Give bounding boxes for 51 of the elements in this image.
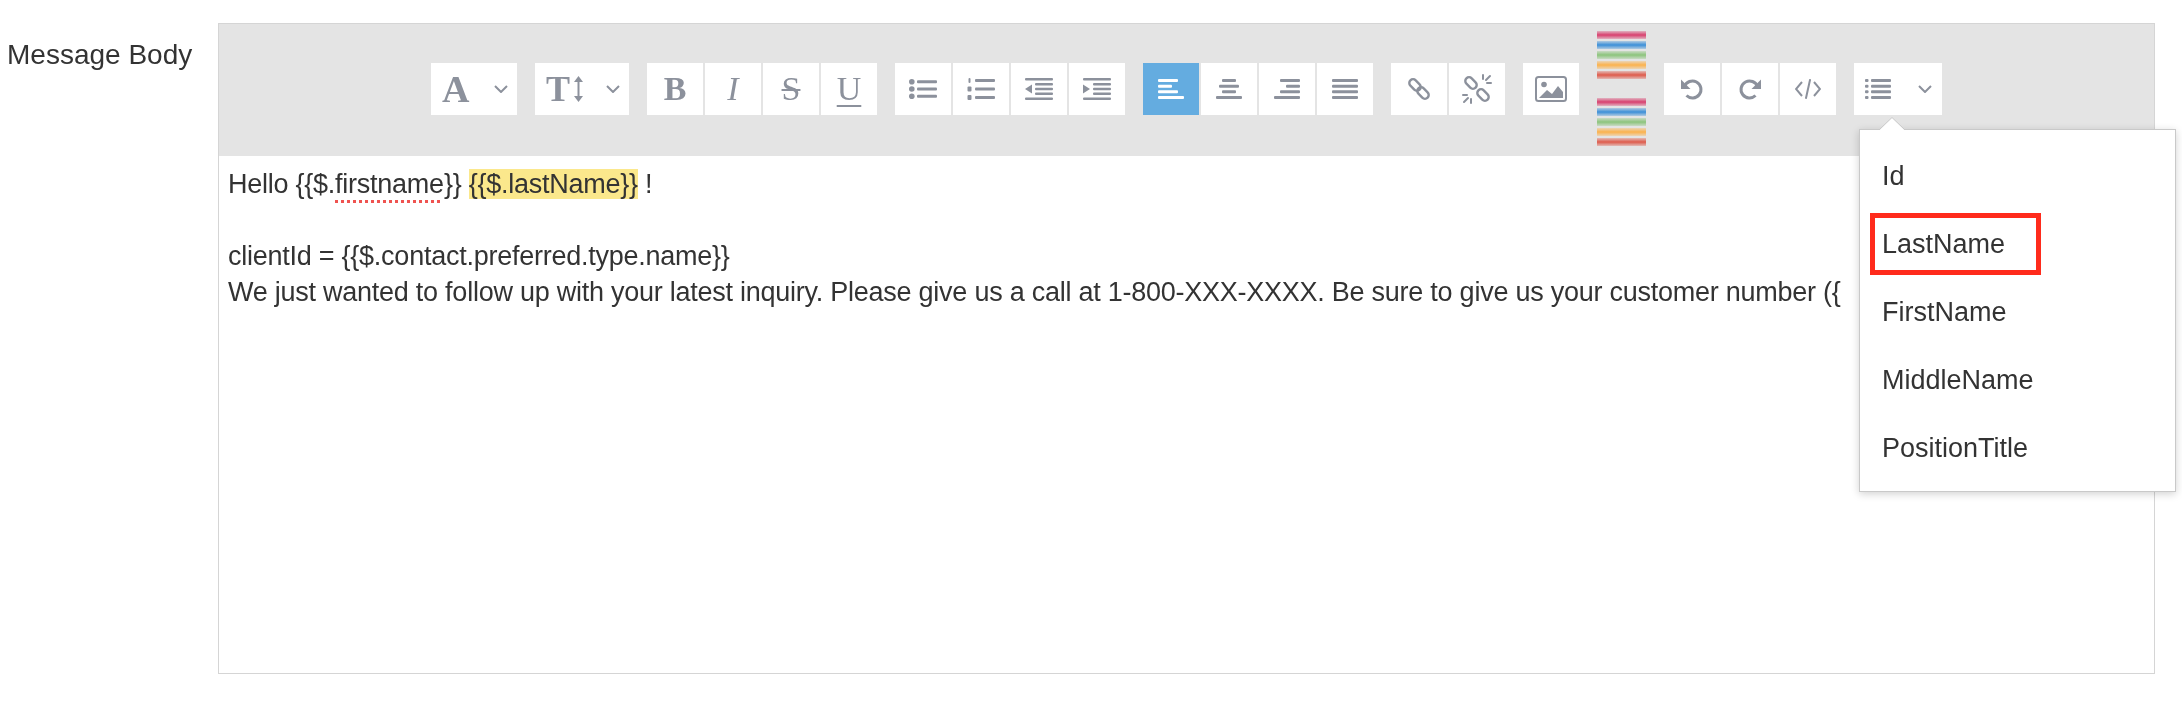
chevron-down-icon: [606, 84, 620, 93]
menu-item[interactable]: LastName: [1870, 213, 2041, 275]
align-right-icon: [1274, 78, 1300, 99]
indent-button[interactable]: [1069, 62, 1125, 115]
font-dropdown[interactable]: A: [431, 62, 517, 115]
numbered-list-icon: [967, 77, 995, 100]
link-icon: [1406, 75, 1432, 102]
redo-icon: [1738, 76, 1762, 101]
color-stripes-icon[interactable]: [1597, 31, 1646, 79]
undo-icon: [1680, 76, 1704, 101]
bulleted-list-button[interactable]: [895, 62, 951, 115]
code-icon: [1795, 78, 1821, 99]
justify-button[interactable]: [1317, 62, 1373, 115]
up-down-arrow-icon: [574, 75, 583, 102]
undo-button[interactable]: [1664, 62, 1720, 115]
font-size-dropdown[interactable]: T: [535, 62, 629, 115]
chevron-down-icon: [494, 84, 508, 93]
align-center-icon: [1216, 78, 1242, 99]
code-view-button[interactable]: [1780, 62, 1836, 115]
insert-image-button[interactable]: [1523, 62, 1579, 115]
chevron-down-icon: [1918, 84, 1932, 93]
align-left-button[interactable]: [1143, 62, 1199, 115]
outdent-icon: [1025, 77, 1053, 100]
align-left-icon: [1158, 78, 1184, 99]
text-line: We just wanted to follow up with your latest inquiry. Please give us a call at 1-800-XXX-XXXX. Be sure to give us your customer number ({: [228, 276, 1841, 309]
text-line: Hello {{$.firstname}} {{$.lastName}} !: [228, 168, 653, 201]
field-label: Message Body: [7, 38, 193, 72]
list-icon: [1865, 78, 1891, 99]
bold-button[interactable]: B: [647, 62, 703, 115]
text-line: clientId = {{$.contact.preferred.type.name}}: [228, 240, 730, 273]
field-list-dropdown[interactable]: [1854, 62, 1942, 115]
menu-item[interactable]: MiddleName: [1870, 349, 2041, 411]
remove-link-button[interactable]: [1449, 62, 1505, 115]
redo-button[interactable]: [1722, 62, 1778, 115]
strikethrough-button[interactable]: S: [763, 62, 819, 115]
color-stripes-icon[interactable]: [1597, 98, 1646, 146]
broken-link-icon: [1462, 73, 1492, 104]
insert-link-button[interactable]: [1391, 62, 1447, 115]
align-center-button[interactable]: [1201, 62, 1257, 115]
menu-item[interactable]: FirstName: [1870, 281, 2041, 343]
align-right-button[interactable]: [1259, 62, 1315, 115]
align-justify-icon: [1332, 78, 1358, 99]
menu-item[interactable]: PositionTitle: [1870, 417, 2041, 479]
image-icon: [1535, 75, 1567, 102]
numbered-list-button[interactable]: [953, 62, 1009, 115]
indent-icon: [1083, 77, 1111, 100]
bullet-list-icon: [909, 78, 937, 99]
underline-button[interactable]: U: [821, 62, 877, 115]
menu-item[interactable]: Id: [1870, 145, 2041, 207]
outdent-button[interactable]: [1011, 62, 1067, 115]
italic-button[interactable]: I: [705, 62, 761, 115]
